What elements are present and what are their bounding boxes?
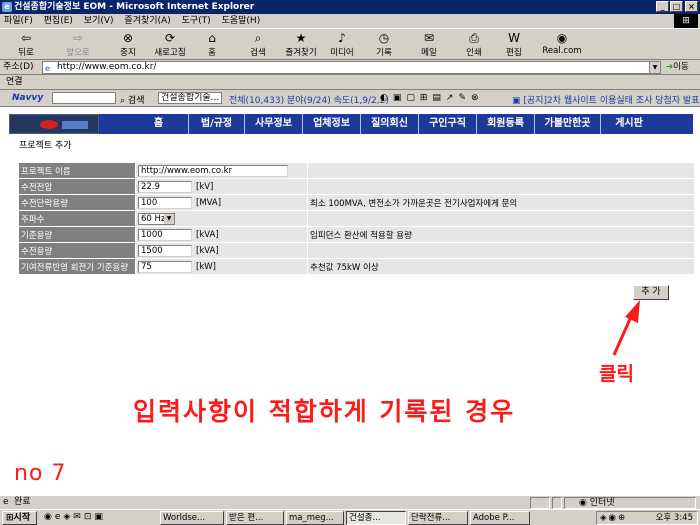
mail-button[interactable]: ✉ 메일	[414, 31, 444, 59]
history-icon: ◷	[378, 31, 390, 45]
tray-icons[interactable]: ◈◉⊕	[597, 512, 627, 524]
windows-flag-icon: ⊞	[674, 14, 698, 28]
system-tray: ◈◉⊕ 오후 3:45	[596, 511, 698, 525]
page-icon: e	[45, 64, 50, 73]
task-item[interactable]: 받은 편...	[226, 511, 284, 525]
standard-toolbar: ⇦ 뒤로 ⇨ 앞으로 ⊗ 중지 ⟳ 새로고침 ⌂ 홈 ⌕ 검색 ★ 즐겨찾기 ♪ 미디어 ◷ 기록…	[0, 30, 700, 60]
status-page-icon: e	[3, 497, 9, 507]
back-button[interactable]: ⇦ 뒤로	[8, 31, 44, 59]
maximize-button[interactable]: □	[670, 1, 683, 12]
click-arrow-annotation	[612, 300, 640, 356]
home-button[interactable]: ⌂ 홈	[200, 31, 224, 59]
address-dropdown-arrow[interactable]: ▼	[649, 62, 660, 73]
ie-logo-icon: e	[2, 2, 12, 12]
task-item[interactable]: Worldse...	[160, 511, 224, 525]
print-icon: ⎙	[469, 31, 479, 45]
status-pane	[530, 497, 550, 509]
page-content: 홈 법/규정 사무정보 업체정보 질의회신 구인구직 회원등록 가볼만한곳 게시판 프로젝트 추…	[0, 107, 700, 495]
navvy-search-button[interactable]: ⌕ 검색	[120, 93, 144, 106]
quick-launch-icons[interactable]: ◉e◈✉⊡▣	[44, 512, 106, 522]
forward-button[interactable]: ⇨ 앞으로	[58, 31, 98, 59]
home-icon: ⌂	[208, 31, 216, 45]
address-label: 주소(D)	[3, 62, 34, 72]
caption-annotation: 입력사항이 적합하게 기록된 경우	[133, 397, 516, 426]
zone-pane: ◉ 인터넷	[564, 497, 696, 509]
clock: 오후 3:45	[655, 513, 693, 523]
forward-arrow-icon: ⇨	[72, 31, 84, 45]
windows-flag-icon: ⊞	[6, 513, 14, 523]
click-annotation: 클릭	[599, 363, 634, 385]
navvy-query-field[interactable]: 건설종합기술...	[158, 92, 222, 104]
address-input[interactable]: e http://www.eom.co.kr/ ▼	[42, 61, 661, 74]
task-item-active[interactable]: 건설종...	[346, 511, 406, 525]
menu-view[interactable]: 보기(V)	[80, 14, 118, 28]
menu-favorites[interactable]: 즐겨찾기(A)	[120, 14, 174, 28]
taskbar: ⊞시작 ◉e◈✉⊡▣ Worldse... 받은 편... ma_meg... …	[0, 509, 700, 525]
search-button[interactable]: ⌕ 검색	[244, 31, 272, 59]
globe-icon: ◉	[579, 498, 587, 508]
real-com-button[interactable]: ◉ Real.com	[540, 31, 584, 59]
address-bar: 주소(D) e http://www.eom.co.kr/ ▼ ➔이동	[0, 60, 700, 75]
stop-button[interactable]: ⊗ 중지	[114, 31, 142, 59]
magnifier-icon: ⌕	[120, 96, 126, 106]
print-button[interactable]: ⎙ 인쇄	[460, 31, 488, 59]
mail-icon: ✉	[423, 31, 435, 45]
links-label: 연결	[6, 77, 23, 87]
navvy-tool-icons[interactable]: ◐▣▢⊞▤↗✎⊗	[380, 93, 484, 103]
start-button[interactable]: ⊞시작	[2, 511, 37, 525]
favorites-button[interactable]: ★ 즐겨찾기	[280, 31, 322, 59]
navvy-ticker[interactable]: ▣ [공지]2차 웹사이트 이용실태 조사 당첨자 발표	[512, 93, 700, 106]
task-item[interactable]: Adobe P...	[470, 511, 530, 525]
navvy-search-input[interactable]	[52, 92, 116, 104]
menu-tools[interactable]: 도구(T)	[178, 14, 215, 28]
stop-icon: ⊗	[122, 31, 134, 45]
search-icon: ⌕	[254, 31, 262, 45]
real-icon: ◉	[556, 31, 568, 45]
status-bar: e 완료 ◉ 인터넷	[0, 495, 700, 509]
menu-file[interactable]: 파일(F)	[0, 14, 37, 28]
history-button[interactable]: ◷ 기록	[370, 31, 398, 59]
media-button[interactable]: ♪ 미디어	[326, 31, 358, 59]
navvy-results[interactable]: 전체(10,433) 분야(9/24) 속도(1,9/2,2)	[229, 93, 389, 106]
status-pane	[552, 497, 562, 509]
menu-edit[interactable]: 편집(E)	[40, 14, 77, 28]
minimize-button[interactable]: _	[656, 1, 669, 12]
window-title-bar[interactable]: e 건설종합기술정보 EOM - Microsoft Internet Expl…	[0, 0, 700, 14]
edit-icon: W	[508, 31, 520, 45]
refresh-button[interactable]: ⟳ 새로고침	[150, 31, 190, 59]
media-icon: ♪	[338, 31, 346, 45]
back-arrow-icon: ⇦	[20, 31, 32, 45]
camera-icon: ▣	[512, 96, 521, 106]
close-button[interactable]: ×	[685, 1, 698, 12]
task-item[interactable]: ma_meg...	[286, 511, 344, 525]
window-title: 건설종합기술정보 EOM - Microsoft Internet Explor…	[14, 2, 255, 12]
task-item[interactable]: 단락전류...	[408, 511, 468, 525]
go-button[interactable]: ➔이동	[666, 61, 689, 74]
refresh-icon: ⟳	[164, 31, 176, 45]
favorites-icon: ★	[295, 31, 307, 45]
menu-help[interactable]: 도움말(H)	[218, 14, 265, 28]
navvy-brand[interactable]: Navvy	[12, 93, 43, 103]
step-number-annotation: no 7	[14, 461, 67, 486]
edit-button[interactable]: W 편집	[500, 31, 528, 59]
status-text: 완료	[14, 497, 31, 507]
navvy-toolbar: Navvy ⌕ 검색 건설종합기술... 전체(10,433) 분야(9/24)…	[0, 91, 700, 107]
links-bar: 연결	[0, 75, 700, 90]
menu-bar: 파일(F) 편집(E) 보기(V) 즐겨찾기(A) 도구(T) 도움말(H) ⊞	[0, 14, 700, 29]
